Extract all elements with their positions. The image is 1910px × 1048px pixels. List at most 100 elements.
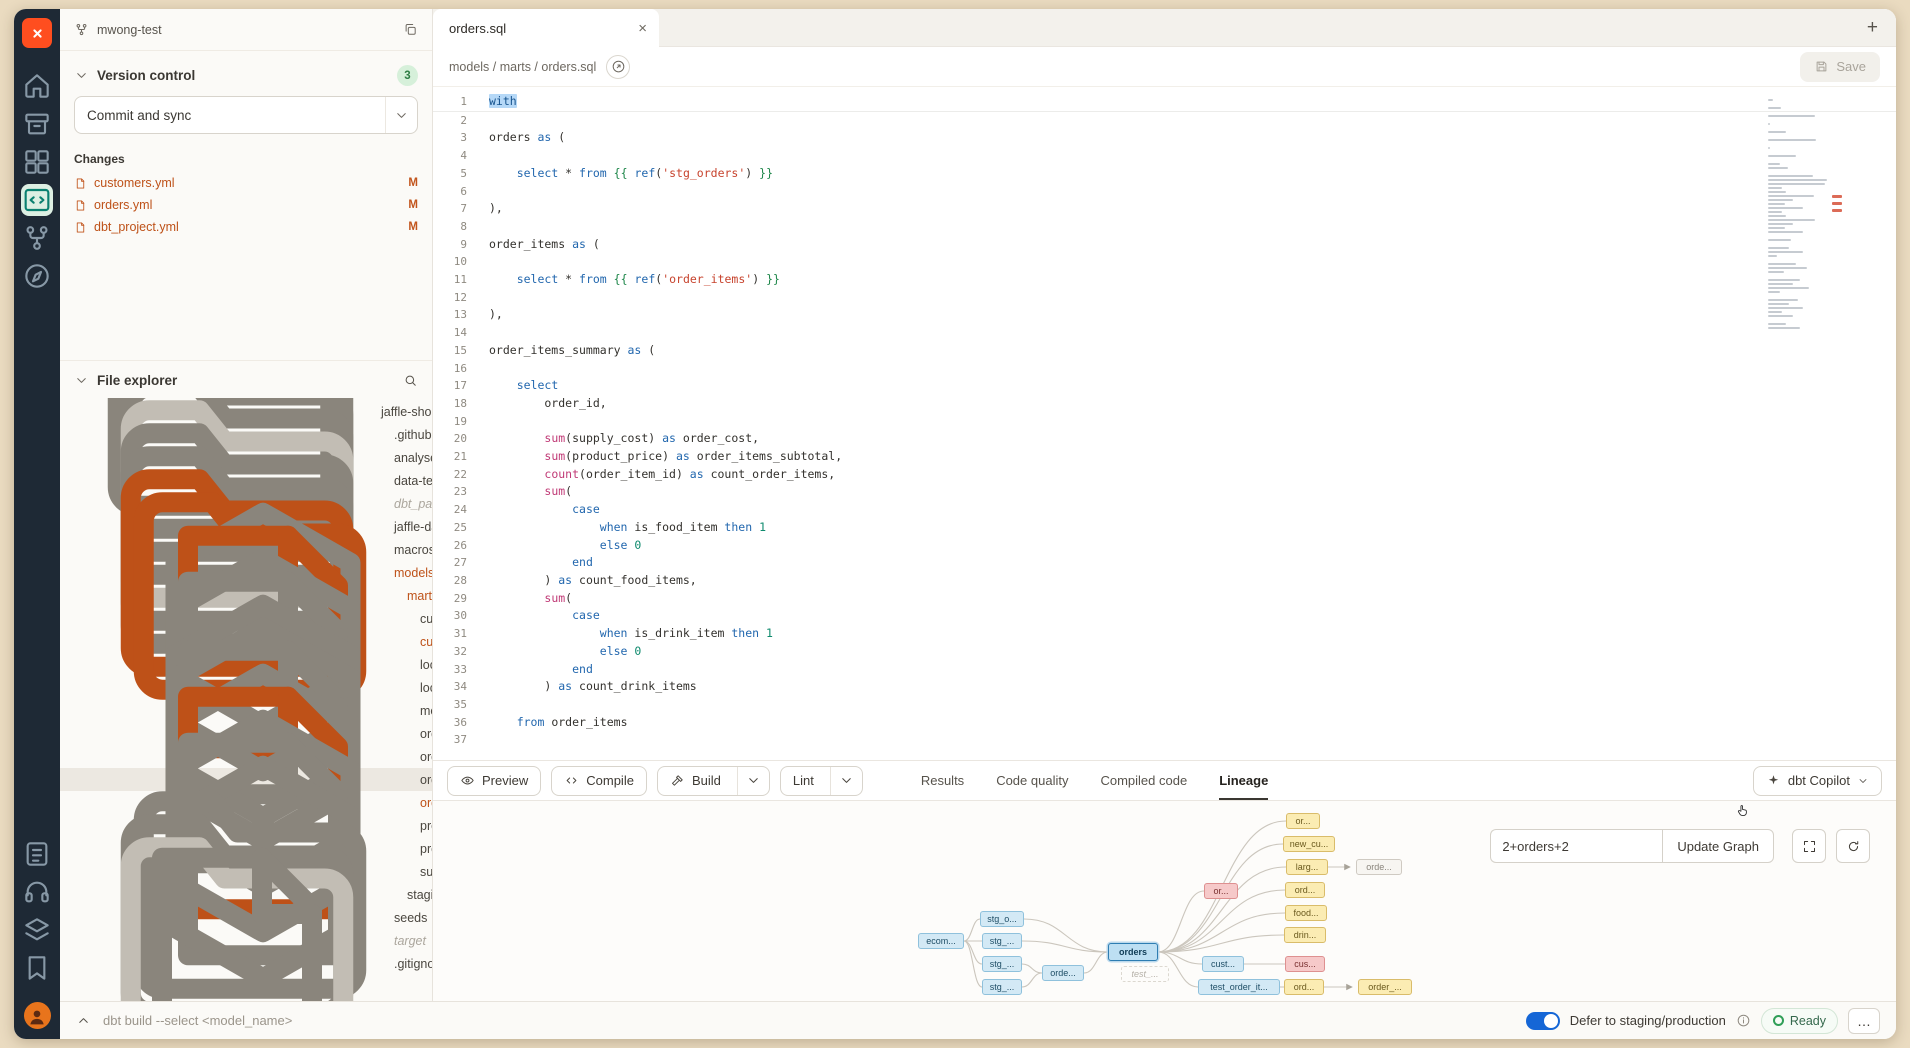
version-control-header[interactable]: Version control 3 — [60, 51, 432, 96]
commit-options-chevron[interactable] — [385, 97, 417, 133]
code-line-9[interactable]: 9order_items as ( — [433, 236, 1896, 254]
nav-home-icon[interactable] — [21, 70, 53, 102]
code-line-27[interactable]: 27 end — [433, 554, 1896, 572]
panel-tab-compiled-code[interactable]: Compiled code — [1100, 761, 1187, 800]
lineage-node-test_--8[interactable]: test_... — [1121, 966, 1169, 982]
tab-orders-sql[interactable]: orders.sql × — [433, 9, 659, 47]
code-line-34[interactable]: 34 ) as count_drink_items — [433, 678, 1896, 696]
code-line-17[interactable]: 17 select — [433, 377, 1896, 395]
lineage-node-test_order_it--11[interactable]: test_order_it... — [1198, 979, 1280, 995]
lineage-node-stg_o--2[interactable]: stg_o... — [980, 911, 1024, 927]
user-avatar[interactable] — [24, 1002, 51, 1029]
code-line-4[interactable]: 4 — [433, 147, 1896, 165]
more-options-button[interactable]: … — [1848, 1008, 1880, 1034]
file-explorer-header[interactable]: File explorer — [60, 360, 432, 398]
nav-apps-icon[interactable] — [21, 146, 53, 178]
lineage-node-stg_--4[interactable]: stg_... — [982, 956, 1022, 972]
code-line-25[interactable]: 25 when is_food_item then 1 — [433, 519, 1896, 537]
code-line-7[interactable]: 7), — [433, 200, 1896, 218]
lineage-node-or--9[interactable]: or... — [1204, 883, 1238, 899]
new-tab-button[interactable]: + — [1867, 18, 1878, 37]
code-line-8[interactable]: 8 — [433, 218, 1896, 236]
code-line-5[interactable]: 5 select * from {{ ref('stg_orders') }} — [433, 165, 1896, 183]
lineage-node-order_--21[interactable]: order_... — [1358, 979, 1412, 995]
code-line-37[interactable]: 37 — [433, 731, 1896, 749]
file-tree-item-.gitignore[interactable]: .gitignore — [60, 952, 432, 975]
lineage-node-ord--19[interactable]: ord... — [1284, 979, 1324, 995]
compile-button[interactable]: Compile — [551, 766, 647, 796]
code-line-26[interactable]: 26 else 0 — [433, 537, 1896, 555]
changed-file-customers.yml[interactable]: customers.ymlM — [60, 172, 432, 194]
lineage-selector-input[interactable] — [1490, 829, 1662, 863]
code-line-29[interactable]: 29 sum( — [433, 590, 1896, 608]
lineage-node-cus--18[interactable]: cus... — [1285, 956, 1325, 972]
lineage-node-larg--14[interactable]: larg... — [1286, 859, 1328, 875]
expand-command-bar-icon[interactable] — [76, 1013, 91, 1028]
lineage-node-stg_--3[interactable]: stg_... — [982, 933, 1022, 949]
code-line-33[interactable]: 33 end — [433, 661, 1896, 679]
refresh-button[interactable] — [1836, 829, 1870, 863]
nav-explore-icon[interactable] — [21, 260, 53, 292]
cli-command-text[interactable]: dbt build --select <model_name> — [103, 1013, 292, 1028]
code-line-18[interactable]: 18 order_id, — [433, 395, 1896, 413]
nav-support-icon[interactable] — [21, 876, 53, 908]
code-line-32[interactable]: 32 else 0 — [433, 643, 1896, 661]
code-line-1[interactable]: 1with — [433, 93, 1896, 112]
code-line-2[interactable]: 2 — [433, 112, 1896, 130]
code-line-20[interactable]: 20 sum(supply_cost) as order_cost, — [433, 430, 1896, 448]
build-options-chevron[interactable] — [737, 767, 769, 795]
code-line-10[interactable]: 10 — [433, 253, 1896, 271]
lineage-node-orde--6[interactable]: orde... — [1042, 965, 1084, 981]
code-line-21[interactable]: 21 sum(product_price) as order_items_sub… — [433, 448, 1896, 466]
panel-tab-lineage[interactable]: Lineage — [1219, 761, 1268, 800]
search-icon[interactable] — [403, 373, 418, 388]
panel-tab-code-quality[interactable]: Code quality — [996, 761, 1068, 800]
lineage-node-stg_--5[interactable]: stg_... — [982, 979, 1022, 995]
changed-file-dbt_project.yml[interactable]: dbt_project.ymlM — [60, 216, 432, 238]
lineage-node-cust--10[interactable]: cust... — [1202, 956, 1244, 972]
fullscreen-button[interactable] — [1792, 829, 1826, 863]
code-line-13[interactable]: 13), — [433, 306, 1896, 324]
panel-tab-results[interactable]: Results — [921, 761, 964, 800]
code-line-36[interactable]: 36 from order_items — [433, 714, 1896, 732]
info-icon[interactable] — [1736, 1013, 1751, 1028]
code-line-31[interactable]: 31 when is_drink_item then 1 — [433, 625, 1896, 643]
changed-file-orders.yml[interactable]: orders.ymlM — [60, 194, 432, 216]
lineage-node-orde--20[interactable]: orde... — [1356, 859, 1402, 875]
copy-icon[interactable] — [403, 22, 418, 37]
close-icon[interactable]: × — [638, 21, 647, 36]
lineage-node-or--12[interactable]: or... — [1286, 813, 1320, 829]
dbt-copilot-button[interactable]: dbt Copilot — [1753, 766, 1882, 796]
nav-projects-icon[interactable] — [21, 108, 53, 140]
code-line-30[interactable]: 30 case — [433, 607, 1896, 625]
code-line-6[interactable]: 6 — [433, 183, 1896, 201]
code-line-14[interactable]: 14 — [433, 324, 1896, 342]
defer-toggle[interactable] — [1526, 1012, 1560, 1030]
lineage-node-food--16[interactable]: food... — [1285, 905, 1327, 921]
update-graph-button[interactable]: Update Graph — [1662, 829, 1774, 863]
lineage-node-ord--15[interactable]: ord... — [1285, 882, 1325, 898]
commit-and-sync-button[interactable]: Commit and sync — [74, 96, 418, 134]
code-line-22[interactable]: 22 count(order_item_id) as count_order_i… — [433, 466, 1896, 484]
preview-button[interactable]: Preview — [447, 766, 541, 796]
lineage-node-ecom--1[interactable]: ecom... — [918, 933, 964, 949]
lineage-node-new_cu--13[interactable]: new_cu... — [1283, 836, 1335, 852]
nav-docs-icon[interactable] — [21, 952, 53, 984]
code-line-28[interactable]: 28 ) as count_food_items, — [433, 572, 1896, 590]
code-line-23[interactable]: 23 sum( — [433, 483, 1896, 501]
code-line-15[interactable]: 15order_items_summary as ( — [433, 342, 1896, 360]
code-line-11[interactable]: 11 select * from {{ ref('order_items') }… — [433, 271, 1896, 289]
lint-options-chevron[interactable] — [830, 767, 862, 795]
code-line-3[interactable]: 3orders as ( — [433, 129, 1896, 147]
nav-develop-ide-icon[interactable] — [21, 184, 53, 216]
nav-tasks-icon[interactable] — [21, 838, 53, 870]
lint-button[interactable]: Lint — [780, 766, 863, 796]
build-button[interactable]: Build — [657, 766, 770, 796]
nav-resources-icon[interactable] — [21, 914, 53, 946]
code-line-24[interactable]: 24 case — [433, 501, 1896, 519]
lineage-node-drin--17[interactable]: drin... — [1284, 927, 1326, 943]
code-editor[interactable]: 1with23orders as (45 select * from {{ re… — [433, 87, 1896, 760]
nav-orchestration-icon[interactable] — [21, 222, 53, 254]
save-button[interactable]: Save — [1800, 52, 1880, 82]
code-line-12[interactable]: 12 — [433, 289, 1896, 307]
